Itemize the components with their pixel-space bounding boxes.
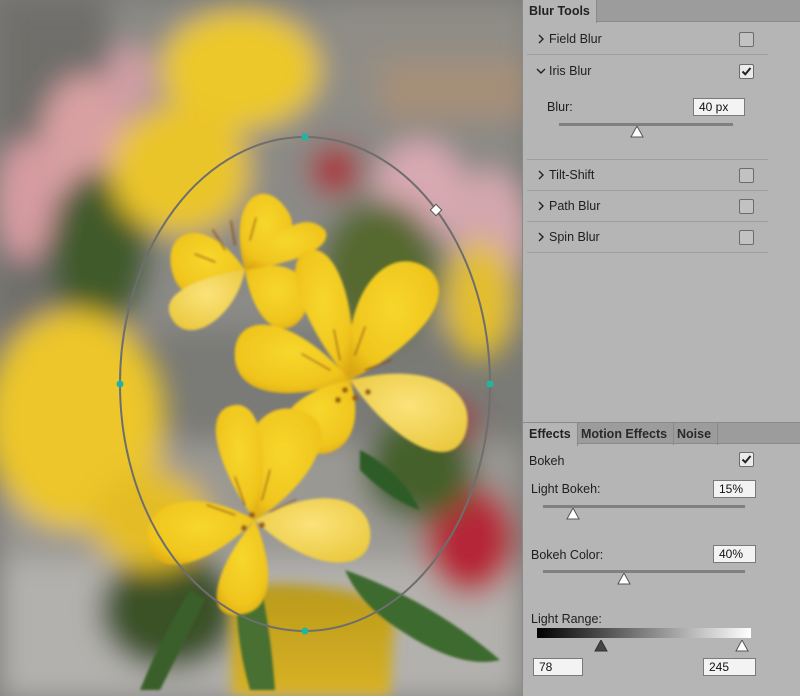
light-range-low-thumb[interactable] [594,640,609,652]
light-bokeh-field[interactable]: 15% [713,480,756,498]
bokeh-color-field[interactable]: 40% [713,545,756,563]
iris-handle-right[interactable] [486,380,494,388]
blur-item-label: Path Blur [549,199,601,213]
checkmark-icon [741,455,752,464]
blur-amount-field[interactable]: 40 px [693,98,745,116]
light-bokeh-label: Light Bokeh: [531,482,601,496]
light-range-high-thumb[interactable] [735,640,750,652]
light-range-low-field[interactable]: 78 [533,658,583,676]
tab-motion-effects[interactable]: Motion Effects [575,423,675,445]
iris-blur-checkbox[interactable] [739,64,754,79]
spin-blur-checkbox[interactable] [739,230,754,245]
blur-item-spin-blur[interactable]: Spin Blur [527,222,768,253]
blur-item-label: Spin Blur [549,230,600,244]
bokeh-color-track[interactable] [543,570,745,573]
blur-item-label: Field Blur [549,32,602,46]
bokeh-color-slider-thumb[interactable] [616,573,631,585]
blur-amount-label: Blur: [547,100,573,114]
blur-tools-tabbar: Blur Tools [523,0,800,23]
chevron-right-icon[interactable] [535,33,547,45]
blur-item-tilt-shift[interactable]: Tilt-Shift [527,160,768,191]
checkmark-icon [741,67,752,76]
image-canvas[interactable] [0,0,522,696]
tab-noise[interactable]: Noise [671,423,719,445]
iris-handle-top[interactable] [301,133,309,141]
light-range-label: Light Range: [531,612,602,626]
field-blur-checkbox[interactable] [739,32,754,47]
blur-item-label: Tilt-Shift [549,168,595,182]
path-blur-checkbox[interactable] [739,199,754,214]
chevron-down-icon[interactable] [535,65,547,77]
tab-blur-tools[interactable]: Blur Tools [523,0,597,23]
blur-item-field-blur[interactable]: Field Blur [527,24,768,55]
light-range-high-field[interactable]: 245 [703,658,756,676]
tilt-shift-checkbox[interactable] [739,168,754,183]
chevron-right-icon[interactable] [535,231,547,243]
blur-item-iris-blur[interactable]: Iris Blur Blur: 40 px [527,56,768,160]
blur-item-path-blur[interactable]: Path Blur [527,191,768,222]
bokeh-label: Bokeh [529,454,565,468]
blur-item-label: Iris Blur [549,64,592,78]
blur-amount-track[interactable] [559,123,733,126]
iris-handle-bottom[interactable] [301,627,309,635]
bokeh-checkbox[interactable] [739,452,754,467]
blur-amount-slider-thumb[interactable] [630,126,645,138]
effects-tabbar: Effects Motion Effects Noise [523,422,800,446]
chevron-right-icon[interactable] [535,169,547,181]
iris-handle-left[interactable] [116,380,124,388]
blur-panel: Blur Tools Field Blur Iris Blur Blur: 40… [522,0,800,696]
chevron-right-icon[interactable] [535,200,547,212]
light-bokeh-slider-thumb[interactable] [566,508,581,520]
light-range-gradient[interactable] [537,628,751,638]
tab-effects[interactable]: Effects [523,423,578,446]
photo-flowers [0,0,522,696]
bokeh-color-label: Bokeh Color: [531,548,604,562]
